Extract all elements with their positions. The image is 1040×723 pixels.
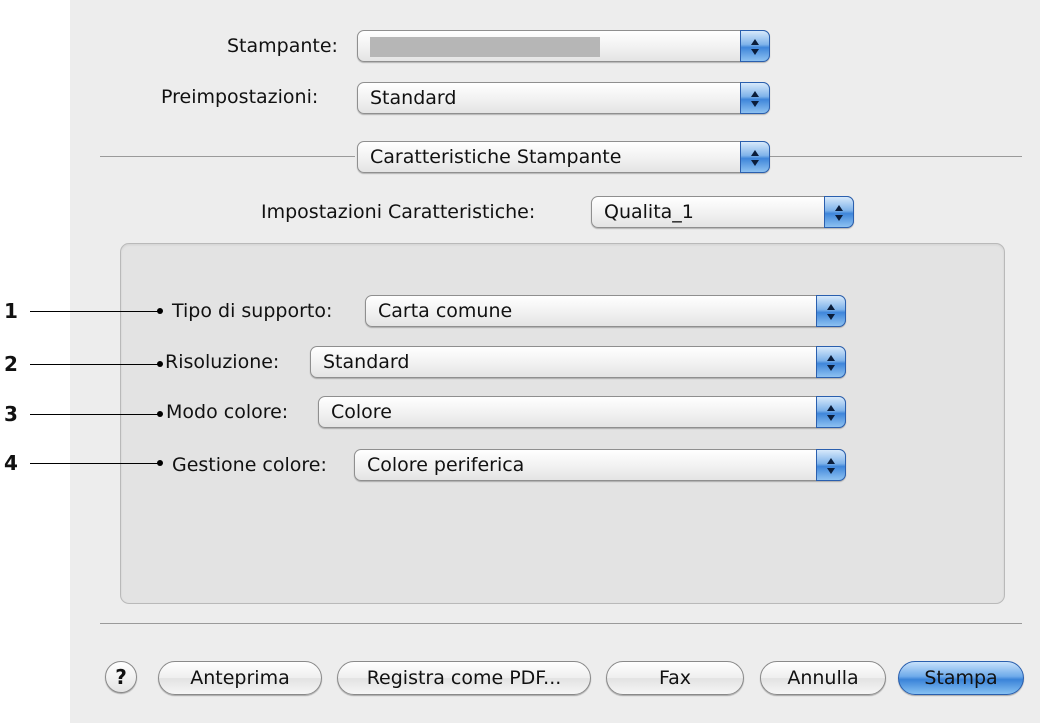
presets-label: Preimpostazioni: <box>161 86 319 108</box>
callout-dot <box>157 308 163 314</box>
option-label: Tipo di supporto: <box>172 300 333 322</box>
up-down-arrows-icon <box>816 396 846 428</box>
callout-leader-line <box>30 364 160 365</box>
up-down-arrows-icon <box>816 449 846 481</box>
callout-dot <box>157 361 163 367</box>
option-value: Colore <box>331 401 392 423</box>
up-down-arrows-icon <box>740 141 770 173</box>
question-mark-icon: ? <box>115 665 127 689</box>
feature-sets-label: Impostazioni Caratteristiche: <box>261 201 536 223</box>
option-label: Gestione colore: <box>172 454 327 476</box>
media-type-popup[interactable]: Carta comune <box>365 295 846 327</box>
save-as-pdf-button[interactable]: Registra come PDF... <box>337 661 591 695</box>
option-label: Modo colore: <box>166 401 289 423</box>
up-down-arrows-icon <box>740 30 770 62</box>
separator-top-right <box>770 156 1022 157</box>
callout-number: 3 <box>4 402 18 426</box>
up-down-arrows-icon <box>816 295 846 327</box>
callout-number: 4 <box>4 451 18 475</box>
printer-popup[interactable] <box>357 30 770 62</box>
callout-dot <box>157 411 163 417</box>
callout-number: 1 <box>4 299 18 323</box>
help-button[interactable]: ? <box>105 661 137 693</box>
fax-button[interactable]: Fax <box>606 661 744 695</box>
option-label: Risoluzione: <box>165 351 280 373</box>
option-value: Colore periferica <box>367 454 525 476</box>
feature-sets-value: Qualita_1 <box>604 201 694 223</box>
printer-name-redacted <box>370 37 600 57</box>
callout-number: 2 <box>4 352 18 376</box>
separator-bottom <box>100 623 1022 624</box>
color-mode-popup[interactable]: Colore <box>318 396 846 428</box>
callout-leader-line <box>30 463 160 464</box>
cancel-button[interactable]: Annulla <box>760 661 886 695</box>
preview-button[interactable]: Anteprima <box>158 661 322 695</box>
callout-leader-line <box>30 414 160 415</box>
pane-value: Caratteristiche Stampante <box>370 146 622 168</box>
print-button[interactable]: Stampa <box>898 661 1024 695</box>
callout-dot <box>157 460 163 466</box>
presets-popup[interactable]: Standard <box>357 82 770 114</box>
up-down-arrows-icon <box>824 196 854 228</box>
pane-popup[interactable]: Caratteristiche Stampante <box>357 141 770 173</box>
separator-top-left <box>100 156 355 157</box>
up-down-arrows-icon <box>816 346 846 378</box>
printer-label: Stampante: <box>227 35 338 57</box>
resolution-popup[interactable]: Standard <box>310 346 846 378</box>
presets-value: Standard <box>370 87 457 109</box>
feature-sets-popup[interactable]: Qualita_1 <box>591 196 854 228</box>
option-value: Standard <box>323 351 410 373</box>
option-value: Carta comune <box>378 300 513 322</box>
callout-leader-line <box>30 311 160 312</box>
up-down-arrows-icon <box>740 82 770 114</box>
color-management-popup[interactable]: Colore periferica <box>354 449 846 481</box>
